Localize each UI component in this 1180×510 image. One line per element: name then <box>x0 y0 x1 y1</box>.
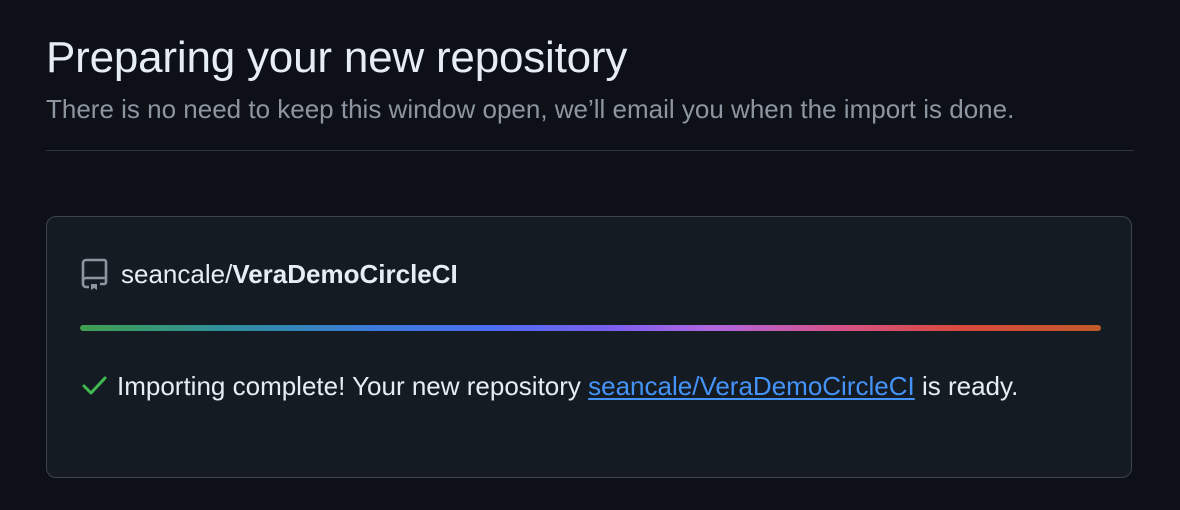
page-header: Preparing your new repository There is n… <box>46 30 1134 126</box>
status-prefix: Importing complete! Your new repository <box>117 371 589 401</box>
page-title: Preparing your new repository <box>46 33 628 82</box>
repo-link[interactable]: seancale/VeraDemoCircleCI <box>588 371 915 401</box>
repo-name: VeraDemoCircleCI <box>232 259 458 289</box>
repo-full-name: seancale/VeraDemoCircleCI <box>121 257 458 291</box>
repo-heading: seancale/VeraDemoCircleCI <box>81 257 458 291</box>
import-status-message: Importing complete! Your new repository … <box>81 365 1081 407</box>
status-suffix: is ready. <box>914 371 1019 401</box>
header-divider <box>46 150 1134 151</box>
check-icon <box>81 368 107 395</box>
repo-icon <box>81 257 109 291</box>
page-subtitle: There is no need to keep this window ope… <box>46 94 1015 124</box>
import-status-card: seancale/VeraDemoCircleCI Importing comp… <box>46 216 1132 478</box>
repo-owner: seancale/ <box>121 259 233 289</box>
import-progress-bar <box>80 325 1101 331</box>
